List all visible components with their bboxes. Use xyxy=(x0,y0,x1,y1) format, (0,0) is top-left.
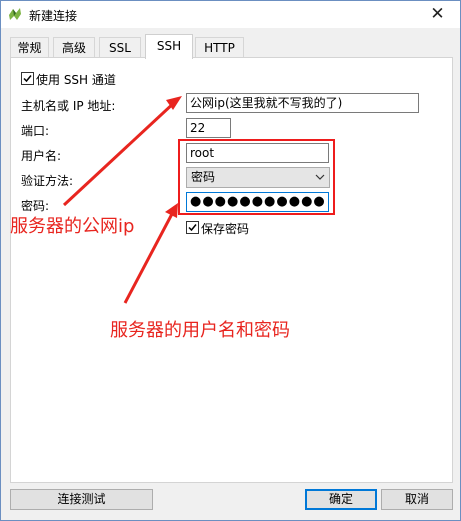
port-label: 端口: xyxy=(21,124,50,138)
use-ssh-label: 使用 SSH 通道 xyxy=(36,73,116,87)
cancel-button[interactable]: 取消 xyxy=(381,489,453,510)
close-button[interactable]: ✕ xyxy=(415,1,460,28)
ssh-settings-panel: 使用 SSH 通道 主机名或 IP 地址: 公网ip(这里我就不写我的了) 端口… xyxy=(10,57,453,483)
annotation-user-pass: 服务器的用户名和密码 xyxy=(110,320,290,341)
save-password-label: 保存密码 xyxy=(201,222,250,236)
tab-ssh[interactable]: SSH xyxy=(145,34,193,59)
host-label: 主机名或 IP 地址: xyxy=(21,99,116,113)
window-title: 新建连接 xyxy=(29,9,78,23)
credentials-highlight-box xyxy=(178,139,335,215)
title-bar: 新建连接 ✕ xyxy=(1,1,460,28)
tab-advanced[interactable]: 高级 xyxy=(53,37,95,58)
use-ssh-checkbox[interactable] xyxy=(21,72,34,85)
save-password-checkbox[interactable] xyxy=(186,221,199,234)
tab-general[interactable]: 常规 xyxy=(10,37,49,58)
annotation-server-ip: 服务器的公网ip xyxy=(10,216,135,237)
navicat-app-icon xyxy=(9,8,21,20)
auth-method-label: 验证方法: xyxy=(21,174,74,188)
new-connection-dialog: 新建连接 ✕ 常规 高级 SSL SSH HTTP 使用 SSH 通道 主机名或… xyxy=(0,0,461,521)
test-connection-button[interactable]: 连接测试 xyxy=(10,489,153,510)
checkmark-icon xyxy=(188,224,197,232)
username-label: 用户名: xyxy=(21,149,62,163)
checkmark-icon xyxy=(23,75,32,83)
tab-ssl[interactable]: SSL xyxy=(99,37,141,58)
port-input[interactable]: 22 xyxy=(186,118,231,138)
close-icon: ✕ xyxy=(430,4,445,24)
tab-http[interactable]: HTTP xyxy=(195,37,244,58)
ok-button[interactable]: 确定 xyxy=(305,489,377,510)
host-input[interactable]: 公网ip(这里我就不写我的了) xyxy=(186,93,419,113)
